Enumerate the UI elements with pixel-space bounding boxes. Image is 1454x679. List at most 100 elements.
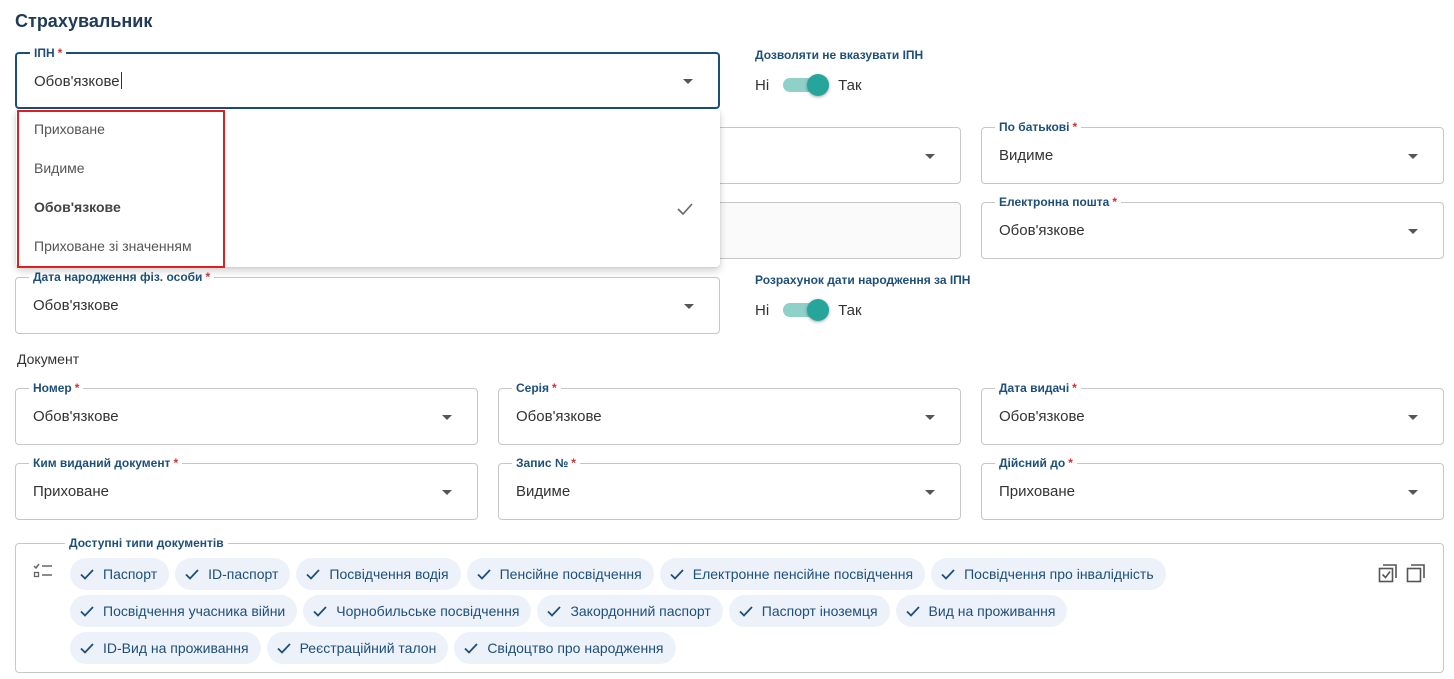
patronymic-select[interactable]: По батькові * Видиме: [981, 120, 1444, 184]
chevron-down-icon[interactable]: [925, 154, 935, 159]
chevron-down-icon[interactable]: [683, 79, 693, 84]
dropdown-option[interactable]: Видиме: [34, 160, 85, 176]
email-label: Електронна пошта *: [995, 195, 1121, 209]
dropdown-option[interactable]: Приховане зі значенням: [34, 238, 192, 254]
check-icon: [476, 568, 491, 580]
birth-calc-toggle[interactable]: Ні Так: [755, 298, 862, 322]
allow-no-ipn-toggle[interactable]: Ні Так: [755, 73, 862, 97]
select-all-icon[interactable]: [1377, 562, 1399, 589]
record-no-value: Видиме: [516, 483, 571, 500]
chevron-down-icon[interactable]: [925, 415, 935, 420]
dropdown-option[interactable]: Приховане: [34, 121, 105, 137]
document-type-chip[interactable]: Закордонний паспорт: [537, 595, 723, 627]
chevron-down-icon[interactable]: [1408, 154, 1418, 159]
section-title: Страхувальник: [15, 11, 153, 31]
ipn-select[interactable]: ІПН * Обов'язкове: [15, 46, 720, 109]
document-type-chip[interactable]: Паспорт іноземця: [728, 595, 890, 627]
check-icon: [464, 642, 478, 654]
check-icon: [313, 605, 327, 617]
document-type-chips: Паспорт ID-паспорт Посвідчення водія Пенсій…: [70, 558, 1170, 664]
document-number-select[interactable]: Номер * Обов'язкове: [15, 381, 478, 445]
issue-date-value: Обов'язкове: [999, 408, 1085, 425]
toggle-switch[interactable]: [783, 299, 830, 321]
chip-label: Закордонний паспорт: [570, 603, 711, 619]
chevron-down-icon[interactable]: [442, 490, 452, 495]
chip-label: Свідоцтво про народження: [487, 640, 664, 656]
record-no-label: Запис № *: [512, 456, 580, 470]
patronymic-label: По батькові *: [995, 120, 1082, 134]
document-type-chip[interactable]: Пенсійне посвідчення: [466, 558, 654, 590]
document-type-chip[interactable]: Електронне пенсійне посвідчення: [659, 558, 926, 590]
document-type-chip[interactable]: Вид на проживання: [895, 595, 1068, 627]
document-type-chip[interactable]: Свідоцтво про народження: [454, 632, 676, 664]
chip-actions: [1377, 562, 1427, 589]
check-icon: [547, 605, 562, 617]
document-number-label: Номер *: [29, 381, 84, 395]
patronymic-value: Видиме: [999, 147, 1054, 164]
chevron-down-icon[interactable]: [442, 415, 452, 420]
birth-calc-label: Розрахунок дати народження за ІПН: [755, 273, 971, 287]
issue-date-select[interactable]: Дата видачі * Обов'язкове: [981, 381, 1444, 445]
toggle-thumb: [807, 74, 830, 96]
valid-until-label: Дійсний до *: [995, 456, 1077, 470]
document-number-value: Обов'язкове: [33, 408, 119, 425]
document-type-chip[interactable]: Чорнобильське посвідчення: [303, 595, 532, 627]
check-icon: [941, 568, 955, 580]
ipn-label: ІПН *: [30, 46, 67, 60]
toggle-switch[interactable]: [783, 74, 830, 96]
checklist-icon: [33, 563, 53, 584]
toggle-on-label: Так: [838, 301, 862, 319]
document-series-value: Обов'язкове: [516, 408, 602, 425]
toggle-off-label: Ні: [755, 301, 770, 319]
chip-label: Пенсійне посвідчення: [499, 566, 642, 582]
document-type-chip[interactable]: Паспорт: [70, 558, 170, 590]
document-type-chip[interactable]: Посвідчення водія: [296, 558, 461, 590]
dropdown-option-selected[interactable]: Обов'язкове: [34, 199, 121, 215]
chip-label: ID-паспорт: [208, 566, 279, 582]
document-heading: Документ: [17, 351, 80, 367]
document-type-chip[interactable]: ID-паспорт: [175, 558, 291, 590]
chip-label: ID-Вид на проживання: [103, 640, 249, 656]
chevron-down-icon[interactable]: [1408, 490, 1418, 495]
check-icon: [185, 568, 199, 580]
chip-label: Вид на проживання: [928, 603, 1056, 619]
copy-icon[interactable]: [1405, 562, 1427, 589]
chip-label: Електронне пенсійне посвідчення: [692, 566, 914, 582]
document-types-field: Доступні типи документів Паспорт ID-паспо…: [15, 536, 1444, 673]
chip-label: Посвідчення учасника війни: [103, 603, 286, 619]
issued-by-value: Приховане: [33, 483, 109, 500]
birth-date-label: Дата народження фіз. особи *: [29, 270, 215, 284]
chip-label: Посвідчення про інвалідність: [964, 566, 1154, 582]
chip-label: Чорнобильське посвідчення: [336, 603, 520, 619]
chevron-down-icon[interactable]: [1408, 415, 1418, 420]
valid-until-select[interactable]: Дійсний до * Приховане: [981, 456, 1444, 520]
check-icon: [80, 568, 94, 580]
toggle-thumb: [807, 299, 830, 321]
chevron-down-icon[interactable]: [684, 304, 694, 309]
check-icon: [80, 642, 94, 654]
email-select[interactable]: Електронна пошта * Обов'язкове: [981, 195, 1444, 259]
record-no-select[interactable]: Запис № * Видиме: [498, 456, 961, 520]
issue-date-label: Дата видачі *: [995, 381, 1081, 395]
document-types-label: Доступні типи документів: [65, 536, 228, 550]
document-type-chip[interactable]: ID-Вид на проживання: [70, 632, 261, 664]
document-series-label: Серія *: [512, 381, 561, 395]
toggle-off-label: Ні: [755, 76, 770, 94]
birth-date-value: Обов'язкове: [33, 297, 119, 314]
document-series-select[interactable]: Серія * Обов'язкове: [498, 381, 961, 445]
document-type-chip[interactable]: Реєстраційний талон: [266, 632, 449, 664]
birth-date-select[interactable]: Дата народження фіз. особи * Обов'язкове: [15, 270, 720, 334]
chevron-down-icon[interactable]: [925, 490, 935, 495]
check-icon: [905, 605, 920, 617]
check-icon: [677, 202, 693, 220]
chevron-down-icon[interactable]: [1408, 229, 1418, 234]
check-icon: [739, 605, 753, 617]
document-type-chip[interactable]: Посвідчення учасника війни: [70, 595, 298, 627]
issued-by-select[interactable]: Ким виданий документ * Приховане: [15, 456, 478, 520]
email-value: Обов'язкове: [999, 222, 1085, 239]
ipn-value: Обов'язкове: [34, 72, 122, 90]
document-type-chip[interactable]: Посвідчення про інвалідність: [931, 558, 1166, 590]
check-icon: [80, 605, 94, 617]
chip-label: Паспорт іноземця: [761, 603, 878, 619]
toggle-on-label: Так: [838, 76, 862, 94]
